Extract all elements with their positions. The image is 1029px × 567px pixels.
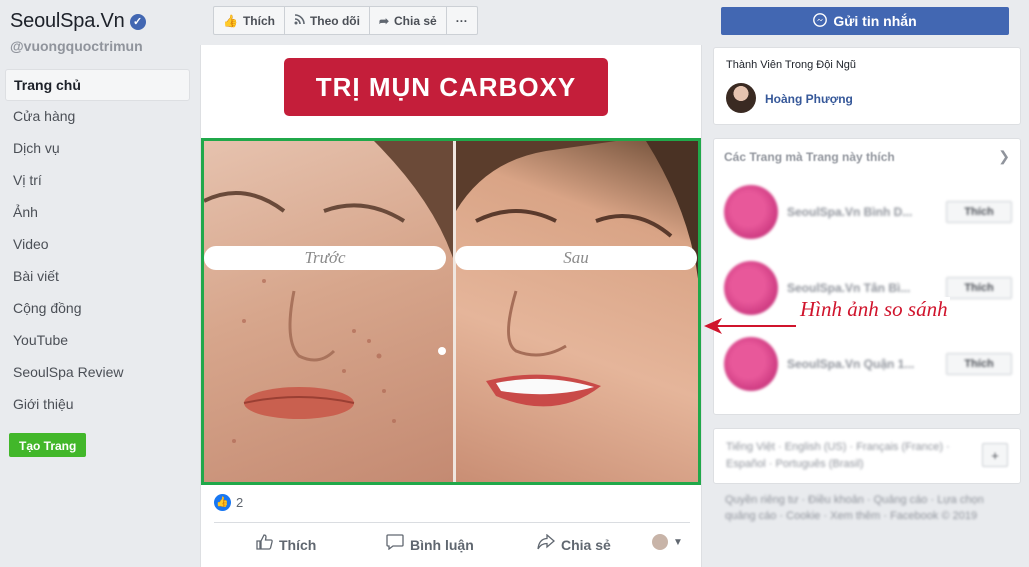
liked-page-name[interactable]: SeoulSpa.Vn Tân Bì... bbox=[787, 281, 910, 295]
language-card: Tiếng Việt · English (US) · Français (Fr… bbox=[713, 428, 1021, 484]
footer-links[interactable]: Quyền riêng tư · Điều khoản · Quảng cáo … bbox=[725, 492, 1005, 524]
user-avatar-icon bbox=[652, 534, 668, 550]
after-label: Sau bbox=[455, 246, 697, 270]
liked-page-avatar[interactable] bbox=[724, 261, 778, 315]
annotation-arrow-icon bbox=[704, 318, 796, 334]
before-photo bbox=[204, 141, 454, 482]
nav-item-photos[interactable]: Ảnh bbox=[5, 197, 190, 229]
before-face-illustration bbox=[204, 141, 454, 443]
liked-page-like-button[interactable]: Thích bbox=[946, 201, 1012, 223]
comment-bubble-icon bbox=[386, 534, 404, 555]
caret-down-icon: ▼ bbox=[673, 536, 683, 548]
liked-page-avatar[interactable] bbox=[724, 185, 778, 239]
like-page-button[interactable]: 👍 Thích bbox=[214, 7, 285, 34]
liked-pages-title[interactable]: Các Trang mà Trang này thích bbox=[724, 150, 895, 164]
nav-item-location[interactable]: Vị trí bbox=[5, 165, 190, 197]
thumbs-up-icon: 👍 bbox=[223, 13, 238, 28]
nav-item-shop[interactable]: Cửa hàng bbox=[5, 101, 190, 133]
nav-item-videos[interactable]: Video bbox=[5, 229, 190, 261]
liked-page-name[interactable]: SeoulSpa.Vn Quận 1... bbox=[787, 357, 914, 371]
liked-page-name[interactable]: SeoulSpa.Vn Bình D... bbox=[787, 205, 912, 219]
share-page-label: Chia sẻ bbox=[394, 13, 437, 28]
share-page-button[interactable]: ➦ Chia sẻ bbox=[370, 7, 447, 34]
team-members-card: Thành Viên Trong Đội Ngũ Hoàng Phượng bbox=[713, 47, 1021, 125]
post-share-label: Chia sẻ bbox=[561, 536, 611, 553]
post-banner: TRỊ MỤN CARBOXY bbox=[284, 58, 608, 116]
send-message-label: Gửi tin nhắn bbox=[833, 13, 917, 29]
verified-badge-icon: ✓ bbox=[129, 13, 146, 30]
page-nav: Trang chủ Cửa hàng Dịch vụ Vị trí Ảnh Vi… bbox=[5, 69, 190, 421]
liked-page-item[interactable]: SeoulSpa.Vn Bình D... Thích bbox=[724, 185, 1014, 245]
reactions-summary[interactable]: 👍 2 bbox=[214, 494, 243, 511]
liked-page-like-button[interactable]: Thích bbox=[946, 277, 1012, 299]
create-page-button[interactable]: Tạo Trang bbox=[9, 433, 87, 457]
rss-icon bbox=[294, 13, 305, 28]
liked-page-avatar[interactable] bbox=[724, 337, 778, 391]
share-arrow-icon: ➦ bbox=[378, 13, 390, 28]
page-action-bar: 👍 Thích Theo dõi ➦ Chia sẻ ··· bbox=[213, 6, 478, 35]
messenger-icon bbox=[813, 12, 828, 30]
liked-pages-card: Các Trang mà Trang này thích ❯ SeoulSpa.… bbox=[713, 138, 1021, 415]
post-share-button[interactable]: Chia sẻ bbox=[537, 533, 611, 555]
nav-item-home[interactable]: Trang chủ bbox=[5, 69, 190, 101]
page-handle[interactable]: @vuongquoctrimun bbox=[10, 38, 143, 54]
post-card: TRỊ MỤN CARBOXY Trước Sau 👍 2 Thích Bình… bbox=[200, 45, 702, 567]
nav-item-services[interactable]: Dịch vụ bbox=[5, 133, 190, 165]
post-action-bar: Thích Bình luận Chia sẻ ▼ bbox=[214, 522, 690, 562]
liked-page-item[interactable]: SeoulSpa.Vn Quận 1... Thích bbox=[724, 337, 1014, 397]
add-language-button[interactable]: + bbox=[982, 443, 1008, 467]
page-name[interactable]: SeoulSpa.Vn bbox=[10, 10, 125, 33]
team-title: Thành Viên Trong Đội Ngũ bbox=[726, 59, 857, 71]
share-icon bbox=[537, 533, 555, 555]
page-name-row: SeoulSpa.Vn ✓ bbox=[10, 10, 146, 33]
more-options-button[interactable]: ··· bbox=[447, 7, 477, 34]
chevron-right-icon[interactable]: ❯ bbox=[998, 148, 1010, 165]
post-like-button[interactable]: Thích bbox=[256, 534, 316, 555]
reaction-count: 2 bbox=[236, 495, 244, 510]
nav-item-posts[interactable]: Bài viết bbox=[5, 261, 190, 293]
send-message-button[interactable]: Gửi tin nhắn bbox=[721, 7, 1009, 35]
thumbs-up-outline-icon bbox=[256, 534, 273, 555]
post-comment-label: Bình luận bbox=[410, 536, 474, 553]
team-member-name[interactable]: Hoàng Phượng bbox=[765, 92, 853, 106]
language-links[interactable]: Tiếng Việt · English (US) · Français (Fr… bbox=[726, 439, 956, 473]
like-page-label: Thích bbox=[242, 13, 275, 28]
follow-label: Theo dõi bbox=[309, 13, 360, 28]
post-comment-button[interactable]: Bình luận bbox=[386, 534, 474, 555]
annotation-label: Hình ảnh so sánh bbox=[798, 297, 950, 322]
post-like-label: Thích bbox=[279, 536, 317, 553]
nav-item-community[interactable]: Cộng đồng bbox=[5, 293, 190, 325]
team-member-avatar[interactable] bbox=[726, 83, 756, 113]
after-face-illustration bbox=[456, 141, 698, 407]
nav-item-review[interactable]: SeoulSpa Review bbox=[5, 357, 190, 389]
nav-item-about[interactable]: Giới thiệu bbox=[5, 389, 190, 421]
post-as-selector[interactable]: ▼ bbox=[652, 534, 683, 550]
like-reaction-icon: 👍 bbox=[214, 494, 231, 511]
after-photo bbox=[456, 141, 698, 482]
more-options-icon: ··· bbox=[455, 13, 468, 28]
left-sidebar: SeoulSpa.Vn ✓ @vuongquoctrimun Trang chủ… bbox=[0, 0, 200, 567]
before-after-image[interactable]: Trước Sau bbox=[201, 138, 701, 485]
liked-page-like-button[interactable]: Thích bbox=[946, 353, 1012, 375]
before-label: Trước bbox=[204, 246, 446, 270]
nav-item-youtube[interactable]: YouTube bbox=[5, 325, 190, 357]
follow-button[interactable]: Theo dõi bbox=[285, 7, 370, 34]
